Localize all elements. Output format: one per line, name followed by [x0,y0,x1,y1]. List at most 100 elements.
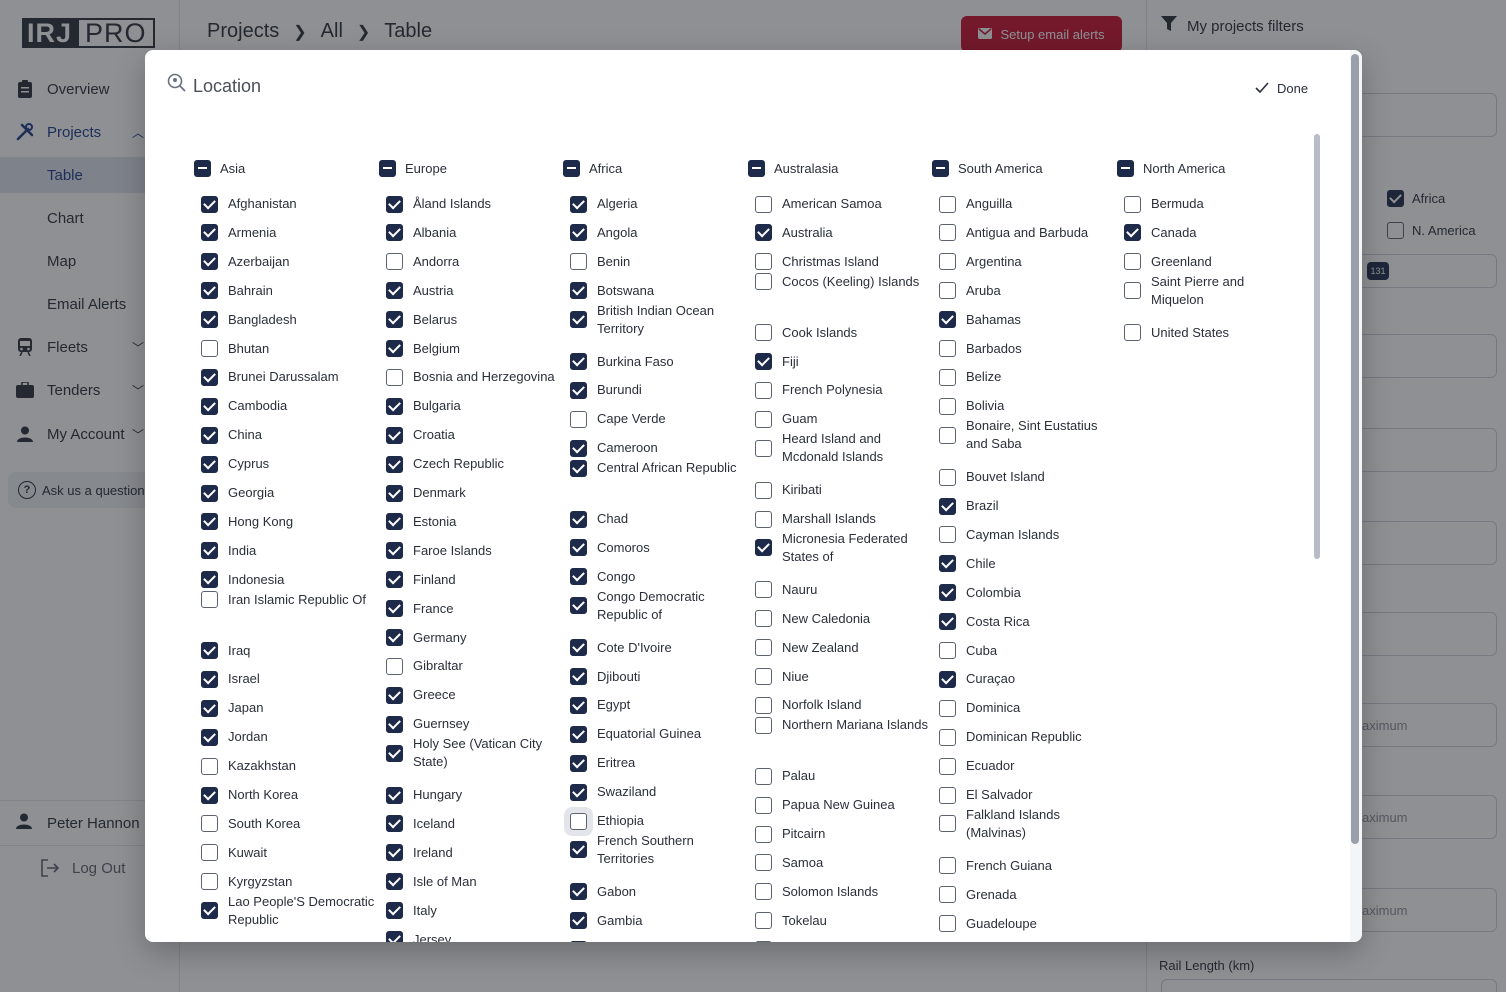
region-checkbox[interactable] [379,159,396,177]
country-option[interactable]: Greece [386,686,561,704]
region-header[interactable]: Australasia [748,158,838,178]
country-checkbox[interactable] [939,815,956,833]
country-checkbox[interactable] [755,883,772,901]
country-checkbox[interactable] [386,715,403,733]
country-checkbox[interactable] [201,728,218,746]
country-option[interactable]: South Korea [201,815,376,833]
country-checkbox[interactable] [939,670,956,688]
country-option[interactable]: Guadeloupe [939,915,1114,933]
country-option[interactable]: Faroe Islands [386,542,561,560]
country-option[interactable]: Belgium [386,340,561,358]
country-option[interactable]: Belize [939,368,1114,386]
country-checkbox[interactable] [939,340,956,357]
country-option[interactable]: Cote D'Ivoire [570,639,745,657]
country-checkbox[interactable] [570,439,587,457]
country-option[interactable]: Chad [570,510,745,528]
country-option[interactable]: Isle of Man [386,873,561,891]
country-checkbox[interactable] [755,539,772,557]
country-checkbox[interactable] [570,282,587,300]
country-option[interactable]: Pitcairn [755,825,930,843]
country-option[interactable]: Bermuda [1124,195,1299,213]
country-option[interactable]: Central African Republic [570,459,745,477]
country-option[interactable]: Germany [386,629,561,647]
country-option[interactable]: British Indian Ocean Territory [570,302,745,338]
country-checkbox[interactable] [201,699,218,717]
country-option[interactable]: Aruba [939,282,1114,300]
country-checkbox[interactable] [386,902,403,920]
country-option[interactable]: Algeria [570,195,745,213]
country-checkbox[interactable] [386,253,403,271]
country-option[interactable]: New Zealand [755,639,930,657]
country-checkbox[interactable] [386,686,403,704]
country-checkbox[interactable] [386,571,403,589]
country-checkbox[interactable] [386,600,403,618]
region-checkbox[interactable] [748,159,765,177]
country-checkbox[interactable] [755,696,772,714]
country-checkbox[interactable] [755,510,772,528]
country-option[interactable]: Belarus [386,311,561,329]
country-option[interactable]: Cocos (Keeling) Islands [755,273,930,291]
country-option[interactable]: Swaziland [570,783,745,801]
country-checkbox[interactable] [570,311,587,329]
country-checkbox[interactable] [570,841,587,859]
country-checkbox[interactable] [939,282,956,300]
country-checkbox[interactable] [201,397,218,415]
country-option[interactable]: Anguilla [939,195,1114,213]
country-option[interactable]: Azerbaijan [201,253,376,271]
country-checkbox[interactable] [386,513,403,531]
country-option[interactable]: Argentina [939,253,1114,271]
country-option[interactable]: Finland [386,571,561,589]
country-checkbox[interactable] [386,931,403,942]
country-option[interactable]: Ghana [570,941,745,942]
country-checkbox[interactable] [201,368,218,386]
country-checkbox[interactable] [939,886,956,904]
country-checkbox[interactable] [201,591,218,609]
country-option[interactable]: Palau [755,767,930,785]
country-option[interactable]: Gabon [570,883,745,901]
country-option[interactable]: Marshall Islands [755,510,930,528]
country-option[interactable]: Botswana [570,282,745,300]
country-checkbox[interactable] [755,324,772,342]
country-option[interactable]: Comoros [570,539,745,557]
country-checkbox[interactable] [201,224,218,242]
country-option[interactable]: Eritrea [570,754,745,772]
country-option[interactable]: Brazil [939,497,1114,515]
country-option[interactable]: Czech Republic [386,455,561,473]
country-checkbox[interactable] [386,224,403,242]
country-checkbox[interactable] [201,786,218,804]
country-checkbox[interactable] [201,513,218,531]
country-option[interactable]: Bangladesh [201,311,376,329]
country-option[interactable]: Jersey [386,931,561,942]
country-option[interactable]: Tonga [755,941,930,942]
region-header[interactable]: North America [1117,158,1225,178]
country-option[interactable]: Papua New Guinea [755,796,930,814]
country-option[interactable]: Kazakhstan [201,757,376,775]
country-checkbox[interactable] [755,273,772,291]
country-checkbox[interactable] [939,253,956,271]
country-checkbox[interactable] [386,542,403,560]
country-checkbox[interactable] [386,426,403,444]
country-checkbox[interactable] [570,410,587,428]
country-option[interactable]: Kuwait [201,844,376,862]
country-checkbox[interactable] [755,410,772,428]
country-checkbox[interactable] [201,542,218,560]
country-checkbox[interactable] [386,815,403,833]
country-checkbox[interactable] [939,397,956,415]
country-checkbox[interactable] [755,481,772,499]
country-checkbox[interactable] [386,844,403,862]
country-checkbox[interactable] [755,796,772,814]
country-option[interactable]: India [201,542,376,560]
country-checkbox[interactable] [1124,282,1141,300]
country-option[interactable]: Croatia [386,426,561,444]
country-checkbox[interactable] [1124,195,1141,213]
country-checkbox[interactable] [201,670,218,688]
country-option[interactable]: Ecuador [939,757,1114,775]
country-checkbox[interactable] [570,353,587,370]
country-option[interactable]: Guernsey [386,715,561,733]
country-checkbox[interactable] [570,510,587,528]
country-checkbox[interactable] [201,253,218,271]
country-option[interactable]: Fiji [755,353,930,371]
country-checkbox[interactable] [570,195,587,213]
country-option[interactable]: Colombia [939,584,1114,602]
country-checkbox[interactable] [386,455,403,473]
